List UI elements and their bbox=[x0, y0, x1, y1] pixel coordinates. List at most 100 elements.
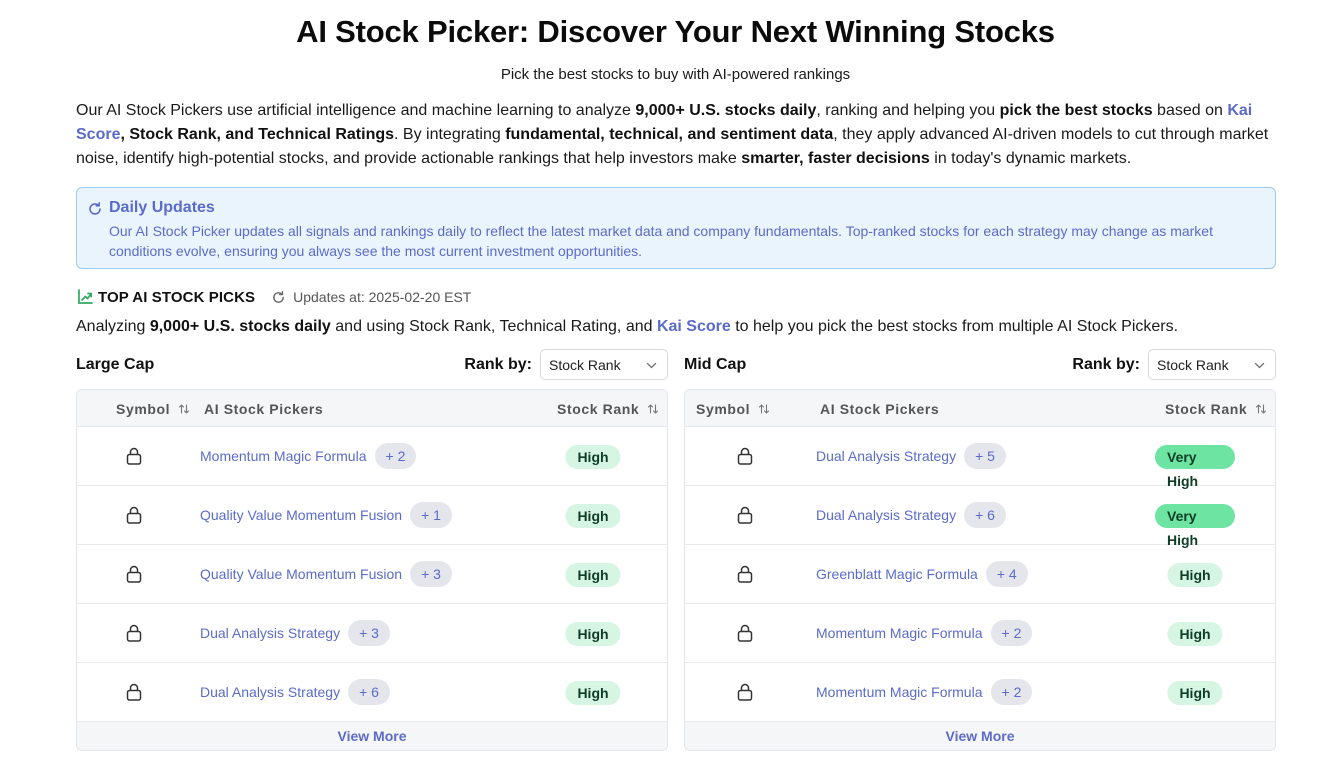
intro-bold: smarter, faster decisions bbox=[741, 150, 930, 167]
lock-icon[interactable] bbox=[737, 506, 753, 524]
large-cap-table: Symbol AI Stock Pickers Stock Rank Momen… bbox=[76, 389, 668, 751]
picker-cell: Dual Analysis Strategy + 5 bbox=[816, 443, 1006, 469]
intro-text: , ranking and helping you bbox=[816, 102, 1000, 119]
more-pickers-badge[interactable]: + 5 bbox=[964, 443, 1006, 469]
rank-by-select[interactable]: Stock Rank bbox=[540, 349, 668, 380]
more-pickers-badge[interactable]: + 2 bbox=[990, 679, 1033, 705]
sort-icon bbox=[759, 404, 770, 414]
more-pickers-badge[interactable]: + 6 bbox=[964, 502, 1006, 528]
more-pickers-badge[interactable]: + 6 bbox=[348, 679, 390, 705]
picker-link[interactable]: Greenblatt Magic Formula bbox=[816, 566, 978, 582]
stock-rank-badge: High bbox=[565, 681, 621, 705]
lock-icon[interactable] bbox=[737, 447, 753, 465]
large-cap-panel: Large Cap Rank by: Stock Rank Symbol AI … bbox=[76, 349, 668, 751]
symbol-column-header[interactable]: Symbol bbox=[696, 401, 770, 417]
lock-icon[interactable] bbox=[126, 565, 142, 583]
picker-link[interactable]: Dual Analysis Strategy bbox=[816, 507, 956, 523]
lock-icon[interactable] bbox=[126, 624, 142, 642]
intro-bold: fundamental, technical, and sentiment da… bbox=[505, 126, 834, 143]
table-row[interactable]: Dual Analysis Strategy + 5 Very High bbox=[685, 427, 1275, 489]
sort-icon bbox=[1256, 404, 1267, 414]
rank-by-value: Stock Rank bbox=[1157, 357, 1229, 373]
picker-link[interactable]: Dual Analysis Strategy bbox=[200, 625, 340, 641]
lock-icon[interactable] bbox=[737, 565, 753, 583]
picker-cell: Dual Analysis Strategy + 6 bbox=[200, 679, 390, 705]
table-body: Momentum Magic Formula + 2 High Quality Val… bbox=[77, 427, 667, 722]
stock-rank-badge: Very High bbox=[1155, 504, 1235, 548]
table-row[interactable]: Dual Analysis Strategy + 3 High bbox=[77, 604, 667, 663]
more-pickers-badge[interactable]: + 2 bbox=[990, 620, 1033, 646]
pickers-column-header: AI Stock Pickers bbox=[204, 401, 323, 417]
table-row[interactable]: Greenblatt Magic Formula + 4 High bbox=[685, 545, 1275, 604]
column-label: Symbol bbox=[116, 401, 171, 417]
table-row[interactable]: Quality Value Momentum Fusion + 1 High bbox=[77, 486, 667, 545]
table-header: Symbol AI Stock Pickers Stock Rank bbox=[685, 390, 1275, 427]
view-more-button[interactable]: View More bbox=[77, 722, 667, 750]
lock-icon[interactable] bbox=[126, 447, 142, 465]
analyzing-part: and using Stock Rank, Technical Rating, … bbox=[330, 318, 657, 335]
stock-rank-badge: High bbox=[1167, 681, 1223, 705]
more-pickers-badge[interactable]: + 3 bbox=[348, 620, 390, 646]
picker-link[interactable]: Quality Value Momentum Fusion bbox=[200, 507, 402, 523]
lock-icon[interactable] bbox=[737, 683, 753, 701]
sort-icon bbox=[179, 404, 190, 414]
table-row[interactable]: Momentum Magic Formula + 2 High bbox=[685, 663, 1275, 722]
picker-link[interactable]: Momentum Magic Formula bbox=[816, 625, 983, 641]
intro-text: Our AI Stock Pickers use artificial inte… bbox=[76, 102, 636, 119]
analyzing-part: Analyzing bbox=[76, 318, 150, 335]
view-more-button[interactable]: View More bbox=[685, 722, 1275, 750]
mid-cap-panel: Mid Cap Rank by: Stock Rank Symbol AI St… bbox=[684, 349, 1276, 751]
symbol-column-header[interactable]: Symbol bbox=[116, 401, 190, 417]
more-pickers-badge[interactable]: + 3 bbox=[410, 561, 452, 587]
picker-link[interactable]: Dual Analysis Strategy bbox=[200, 684, 340, 700]
rank-by-select[interactable]: Stock Rank bbox=[1148, 349, 1276, 380]
intro-bold: pick the best stocks bbox=[999, 102, 1153, 119]
picker-link[interactable]: Dual Analysis Strategy bbox=[816, 448, 956, 464]
intro-text: in today's dynamic markets. bbox=[929, 150, 1132, 167]
top-picks-header: TOP AI STOCK PICKS Updates at: 2025-02-2… bbox=[76, 287, 471, 307]
stock-rank-badge: High bbox=[1167, 622, 1223, 646]
picker-cell: Quality Value Momentum Fusion + 1 bbox=[200, 502, 452, 528]
table-row[interactable]: Momentum Magic Formula + 2 High bbox=[77, 427, 667, 486]
stock-rank-badge: Very High bbox=[1155, 445, 1235, 489]
column-label: Symbol bbox=[696, 401, 751, 417]
top-picks-title: TOP AI STOCK PICKS bbox=[98, 288, 256, 306]
lock-icon[interactable] bbox=[126, 683, 142, 701]
column-label: Stock Rank bbox=[1165, 401, 1248, 417]
table-row[interactable]: Quality Value Momentum Fusion + 3 High bbox=[77, 545, 667, 604]
lock-icon[interactable] bbox=[737, 624, 753, 642]
column-label: AI Stock Pickers bbox=[204, 401, 324, 417]
intro-bold: Stock Rank, and Technical Ratings bbox=[129, 126, 395, 143]
intro-text: . By integrating bbox=[394, 126, 506, 143]
stock-rank-badge: High bbox=[565, 504, 621, 528]
more-pickers-badge[interactable]: + 2 bbox=[374, 443, 417, 469]
trending-up-icon bbox=[78, 289, 93, 304]
sort-icon bbox=[648, 404, 659, 414]
table-header: Symbol AI Stock Pickers Stock Rank bbox=[77, 390, 667, 427]
table-row[interactable]: Momentum Magic Formula + 2 High bbox=[685, 604, 1275, 663]
table-row[interactable]: Dual Analysis Strategy + 6 Very High bbox=[685, 486, 1275, 548]
picker-link[interactable]: Momentum Magic Formula bbox=[200, 448, 367, 464]
picker-cell: Greenblatt Magic Formula + 4 bbox=[816, 561, 1028, 587]
stock-rank-badge: High bbox=[565, 563, 621, 587]
picker-link[interactable]: Quality Value Momentum Fusion bbox=[200, 566, 402, 582]
rank-by-label: Rank by: bbox=[464, 356, 532, 373]
mid-cap-table: Symbol AI Stock Pickers Stock Rank Dual … bbox=[684, 389, 1276, 751]
rank-column-header[interactable]: Stock Rank bbox=[557, 401, 659, 417]
picker-cell: Dual Analysis Strategy + 3 bbox=[200, 620, 390, 646]
rank-column-header[interactable]: Stock Rank bbox=[1165, 401, 1267, 417]
lock-icon[interactable] bbox=[126, 506, 142, 524]
column-label: Stock Rank bbox=[557, 401, 640, 417]
panel-title: Large Cap bbox=[76, 356, 155, 373]
more-pickers-badge[interactable]: + 1 bbox=[410, 502, 452, 528]
picker-cell: Quality Value Momentum Fusion + 3 bbox=[200, 561, 452, 587]
refresh-icon[interactable] bbox=[271, 290, 286, 305]
analyzing-bold: 9,000+ U.S. stocks daily bbox=[149, 318, 331, 335]
table-row[interactable]: Dual Analysis Strategy + 6 High bbox=[77, 663, 667, 722]
picker-link[interactable]: Momentum Magic Formula bbox=[816, 684, 983, 700]
notice-title: Daily Updates bbox=[109, 199, 215, 216]
stock-rank-badge: High bbox=[565, 622, 621, 646]
more-pickers-badge[interactable]: + 4 bbox=[985, 561, 1028, 587]
stock-rank-badge: High bbox=[565, 445, 621, 469]
kai-score-link[interactable]: Kai Score bbox=[657, 318, 731, 335]
